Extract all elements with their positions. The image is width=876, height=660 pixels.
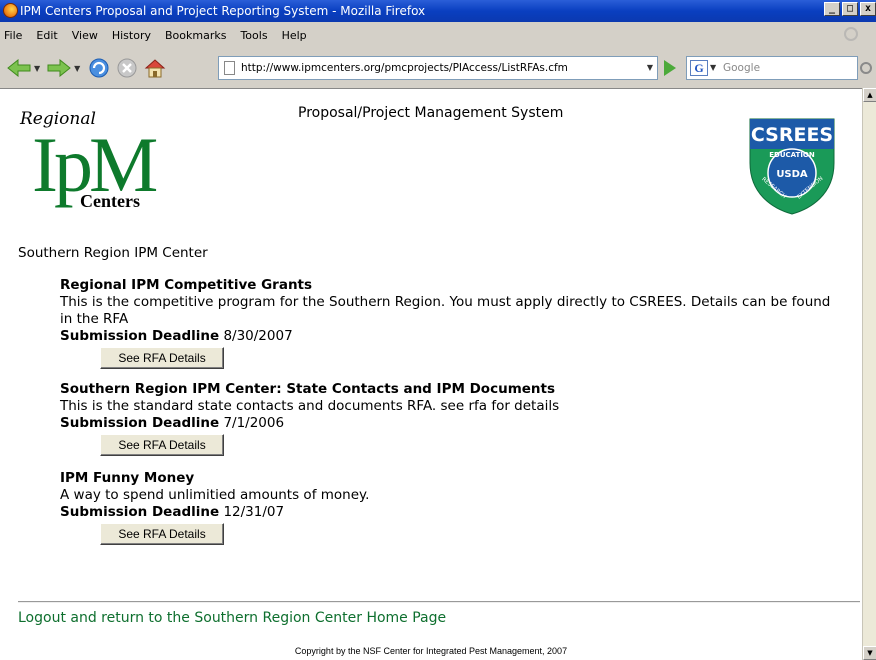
rfa-description: This is the competitive program for the … bbox=[60, 294, 831, 327]
page-icon bbox=[224, 61, 235, 75]
page-content: Regional IpM Centers Proposal/Project Ma… bbox=[0, 88, 862, 660]
logout-link[interactable]: Logout and return to the Southern Region… bbox=[18, 610, 446, 626]
deadline-label: Submission Deadline bbox=[60, 415, 220, 431]
svg-text:EDUCATION: EDUCATION bbox=[769, 151, 815, 159]
rfa-item: Regional IPM Competitive Grants This is … bbox=[60, 277, 840, 369]
maximize-button[interactable]: □ bbox=[842, 2, 858, 16]
search-engine-dropdown-icon[interactable]: ▼ bbox=[710, 57, 716, 79]
see-rfa-details-button[interactable]: See RFA Details bbox=[100, 523, 224, 545]
menu-help[interactable]: Help bbox=[282, 29, 307, 42]
forward-history-dropdown-icon[interactable]: ▼ bbox=[74, 64, 80, 73]
rfa-title: Regional IPM Competitive Grants bbox=[60, 277, 313, 293]
search-placeholder: Google bbox=[723, 62, 761, 74]
back-history-dropdown-icon[interactable]: ▼ bbox=[34, 64, 40, 73]
rfa-deadline: Submission Deadline 8/30/2007 bbox=[60, 328, 840, 345]
see-rfa-details-button[interactable]: See RFA Details bbox=[100, 434, 224, 456]
reload-icon bbox=[89, 58, 109, 78]
region-heading: Southern Region IPM Center bbox=[18, 245, 208, 261]
search-icon[interactable] bbox=[860, 62, 872, 74]
throbber-icon bbox=[844, 27, 858, 41]
rfa-description: This is the standard state contacts and … bbox=[60, 398, 560, 414]
forward-button[interactable] bbox=[46, 55, 72, 81]
window-titlebar: IPM Centers Proposal and Project Reporti… bbox=[0, 0, 876, 22]
forward-arrow-icon bbox=[47, 59, 71, 77]
rfa-description: A way to spend unlimitied amounts of mon… bbox=[60, 487, 370, 503]
scroll-down-icon[interactable]: ▼ bbox=[863, 646, 876, 660]
go-button[interactable] bbox=[664, 60, 676, 76]
back-arrow-icon bbox=[7, 59, 31, 77]
url-dropdown-icon[interactable]: ▼ bbox=[647, 57, 653, 79]
url-text: http://www.ipmcenters.org/pmcprojects/PI… bbox=[241, 62, 568, 74]
rfa-title: IPM Funny Money bbox=[60, 470, 195, 486]
rfa-title: Southern Region IPM Center: State Contac… bbox=[60, 381, 556, 397]
vertical-scrollbar[interactable]: ▲ ▼ bbox=[862, 88, 876, 660]
stop-button[interactable] bbox=[114, 55, 140, 81]
reload-button[interactable] bbox=[86, 55, 112, 81]
rfa-item: Southern Region IPM Center: State Contac… bbox=[60, 381, 840, 456]
home-button[interactable] bbox=[142, 55, 168, 81]
url-bar[interactable]: http://www.ipmcenters.org/pmcprojects/PI… bbox=[218, 56, 658, 80]
menu-view[interactable]: View bbox=[72, 29, 98, 42]
system-title: Proposal/Project Management System bbox=[298, 105, 564, 121]
divider bbox=[18, 601, 860, 603]
search-bar[interactable]: G ▼ Google bbox=[686, 56, 858, 80]
menu-edit[interactable]: Edit bbox=[36, 29, 57, 42]
regional-ipm-centers-logo: Regional IpM Centers bbox=[14, 109, 174, 219]
menu-file[interactable]: File bbox=[4, 29, 22, 42]
firefox-icon bbox=[3, 3, 18, 18]
svg-text:CSREES: CSREES bbox=[751, 124, 833, 146]
search-engine-icon[interactable]: G bbox=[690, 60, 708, 76]
menu-bar: File Edit View History Bookmarks Tools H… bbox=[0, 22, 876, 48]
rfa-item: IPM Funny Money A way to spend unlimitie… bbox=[60, 470, 840, 545]
scroll-up-icon[interactable]: ▲ bbox=[863, 88, 876, 102]
logo-centers-text: Centers bbox=[80, 191, 140, 211]
menu-bookmarks[interactable]: Bookmarks bbox=[165, 29, 226, 42]
copyright-text: Copyright by the NSF Center for Integrat… bbox=[294, 646, 568, 656]
see-rfa-details-button[interactable]: See RFA Details bbox=[100, 347, 224, 369]
home-icon bbox=[144, 59, 166, 78]
close-button[interactable]: x bbox=[860, 2, 876, 16]
back-button[interactable] bbox=[6, 55, 32, 81]
navigation-toolbar: ▼ ▼ http://www.ipmcenters.org/pmcproject… bbox=[0, 48, 876, 88]
csrees-usda-logo: CSREES EDUCATION USDA RESEARCH EXTENSION bbox=[749, 118, 835, 215]
deadline-value: 12/31/07 bbox=[223, 504, 285, 520]
deadline-label: Submission Deadline bbox=[60, 328, 220, 344]
rfa-deadline: Submission Deadline 12/31/07 bbox=[60, 504, 840, 521]
rfa-deadline: Submission Deadline 7/1/2006 bbox=[60, 415, 840, 432]
menu-history[interactable]: History bbox=[112, 29, 151, 42]
minimize-button[interactable]: _ bbox=[824, 2, 840, 16]
deadline-value: 7/1/2006 bbox=[223, 415, 285, 431]
window-controls: _ □ x bbox=[824, 2, 876, 16]
menu-tools[interactable]: Tools bbox=[240, 29, 267, 42]
svg-text:USDA: USDA bbox=[776, 169, 808, 180]
deadline-label: Submission Deadline bbox=[60, 504, 220, 520]
window-title: IPM Centers Proposal and Project Reporti… bbox=[20, 4, 426, 18]
deadline-value: 8/30/2007 bbox=[223, 328, 293, 344]
stop-icon bbox=[117, 58, 137, 78]
